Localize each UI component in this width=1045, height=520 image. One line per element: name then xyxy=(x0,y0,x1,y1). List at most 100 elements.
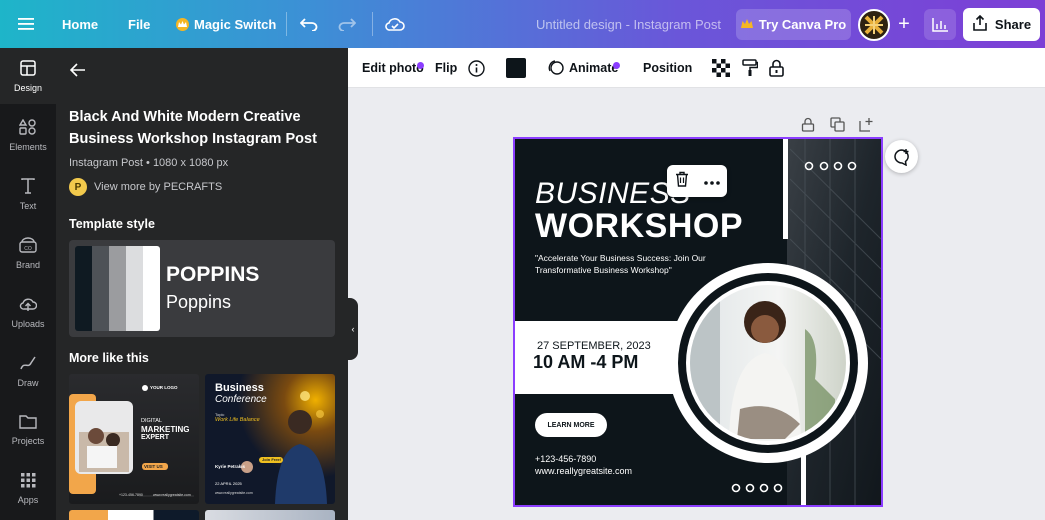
design-learn-more-button[interactable]: LEARN MORE xyxy=(535,413,607,437)
font-heading-preview: POPPINS xyxy=(166,263,260,286)
context-toolbar: Edit photo Flip Animate Position xyxy=(348,48,1045,88)
hamburger-menu-icon[interactable] xyxy=(14,0,38,48)
color-swatch xyxy=(109,246,126,331)
template-thumbnail-marketing[interactable]: YOUR LOGO DIGITAL MARKETING EXPERT VISIT… xyxy=(69,374,199,504)
draw-icon xyxy=(19,355,37,373)
rail-label: Projects xyxy=(11,436,45,446)
edit-photo-button[interactable]: Edit photo xyxy=(362,48,424,88)
thumb-topic: Work Life Balance xyxy=(215,417,260,423)
add-collaborator-icon[interactable]: + xyxy=(892,12,916,36)
text-icon xyxy=(21,177,35,196)
new-feature-dot xyxy=(417,62,424,69)
template-thumbnail-partial[interactable] xyxy=(205,510,335,520)
color-palette xyxy=(75,246,160,331)
upload-icon xyxy=(19,296,38,314)
share-upload-icon xyxy=(972,14,988,34)
shapes-icon xyxy=(18,118,37,137)
template-meta: Instagram Post • 1080 x 1080 px xyxy=(69,157,229,169)
trash-icon[interactable] xyxy=(675,171,689,192)
add-page-icon[interactable] xyxy=(859,117,875,133)
template-thumbnail-conference[interactable]: Business Conference Topic Work Life Bala… xyxy=(205,374,335,504)
design-time[interactable]: 10 AM -4 PM xyxy=(533,352,638,373)
share-label: Share xyxy=(994,17,1032,32)
redo-icon[interactable] xyxy=(338,0,358,48)
rail-item-text[interactable]: Text xyxy=(0,166,56,222)
rail-item-projects[interactable]: Projects xyxy=(0,402,56,458)
position-button[interactable]: Position xyxy=(643,48,692,88)
add-comment-icon[interactable] xyxy=(885,140,918,173)
page-lock-icon[interactable] xyxy=(801,117,817,133)
element-floating-menu xyxy=(667,165,727,197)
rail-item-brand[interactable]: CO Brand xyxy=(0,225,56,281)
apps-grid-icon xyxy=(20,473,36,490)
collapse-panel-chevron-icon[interactable]: ‹ xyxy=(348,298,358,360)
rail-label: Uploads xyxy=(11,318,45,329)
document-title[interactable]: Untitled design - Instagram Post xyxy=(536,0,721,48)
rail-item-apps[interactable]: Apps xyxy=(0,461,56,517)
rail-item-draw[interactable]: Draw xyxy=(0,343,56,399)
folder-icon xyxy=(19,414,37,431)
template-title: Black And White Modern Creative Business… xyxy=(69,109,317,147)
home-button[interactable]: Home xyxy=(62,0,98,48)
layout-icon xyxy=(20,59,36,78)
thumb-line3: EXPERT xyxy=(141,434,170,441)
flip-button[interactable]: Flip xyxy=(435,48,457,88)
copy-style-paint-roller-icon[interactable] xyxy=(742,48,758,88)
more-options-icon[interactable] xyxy=(703,172,720,190)
transparency-icon[interactable] xyxy=(712,48,730,88)
animate-label: Animate xyxy=(569,61,619,75)
design-title-line2[interactable]: WORKSHOP xyxy=(535,207,743,246)
design-website[interactable]: www.reallygreatsite.com xyxy=(535,466,632,476)
creator-link-label: View more by PECRAFTS xyxy=(94,181,223,193)
font-body-preview: Poppins xyxy=(166,292,232,312)
crown-icon xyxy=(176,17,189,31)
template-style-heading: Template style xyxy=(69,217,155,231)
brand-icon: CO xyxy=(19,236,37,255)
magic-switch-label: Magic Switch xyxy=(194,16,277,32)
thumb-date: 22 APRIL 2025 xyxy=(215,481,242,486)
divider xyxy=(372,12,373,36)
share-button[interactable]: Share xyxy=(963,8,1040,41)
lock-icon[interactable] xyxy=(769,48,784,88)
more-like-this-heading: More like this xyxy=(69,351,149,365)
undo-icon[interactable] xyxy=(300,0,320,48)
thumb-phone: +123-456-7890 xyxy=(119,493,143,497)
color-swatch xyxy=(92,246,109,331)
info-icon[interactable] xyxy=(468,48,485,88)
design-date[interactable]: 27 SEPTEMBER, 2023 xyxy=(537,340,651,352)
svg-text:CO: CO xyxy=(24,246,32,252)
rail-label: Text xyxy=(19,200,37,211)
back-arrow-icon[interactable] xyxy=(69,63,88,81)
rail-label: Elements xyxy=(9,141,47,152)
crown-icon xyxy=(740,17,753,32)
rail-item-design[interactable]: Design xyxy=(0,48,56,104)
duplicate-page-icon[interactable] xyxy=(830,117,846,133)
thumb-site: www.reallygreatsite.com xyxy=(215,491,253,495)
divider xyxy=(286,12,287,36)
user-avatar[interactable] xyxy=(858,9,890,41)
fill-color-swatch[interactable] xyxy=(506,48,526,88)
file-menu-button[interactable]: File xyxy=(128,0,150,48)
animate-button[interactable]: Animate xyxy=(548,48,618,88)
animate-icon xyxy=(548,59,564,78)
thumb-join: Join Free! xyxy=(262,457,282,462)
insights-chart-icon[interactable] xyxy=(924,9,956,40)
rail-item-uploads[interactable]: Uploads xyxy=(0,284,56,340)
thumb-line1: DIGITAL xyxy=(141,418,162,424)
rail-label: Design xyxy=(13,82,42,93)
rail-item-elements[interactable]: Elements xyxy=(0,107,56,163)
template-style-card[interactable]: POPPINS Poppins xyxy=(69,240,335,337)
template-thumbnail-partial[interactable] xyxy=(69,510,199,520)
cloud-saved-icon[interactable] xyxy=(385,0,407,48)
try-canva-pro-button[interactable]: Try Canva Pro xyxy=(736,9,851,40)
new-feature-dot xyxy=(613,62,620,69)
thumb-cta: VISIT US xyxy=(144,464,163,469)
design-tagline[interactable]: "Accelerate Your Business Success: Join … xyxy=(535,252,740,276)
magic-switch-button[interactable]: Magic Switch xyxy=(176,0,276,48)
thumb-title1: Business xyxy=(215,382,264,394)
creator-link[interactable]: P View more by PECRAFTS xyxy=(69,178,222,196)
thumb-logo-text: YOUR LOGO xyxy=(150,385,178,390)
thumb-speaker: Kyrie Petrakis xyxy=(215,464,246,469)
design-phone[interactable]: +123-456-7890 xyxy=(535,454,596,464)
color-swatch xyxy=(143,246,160,331)
